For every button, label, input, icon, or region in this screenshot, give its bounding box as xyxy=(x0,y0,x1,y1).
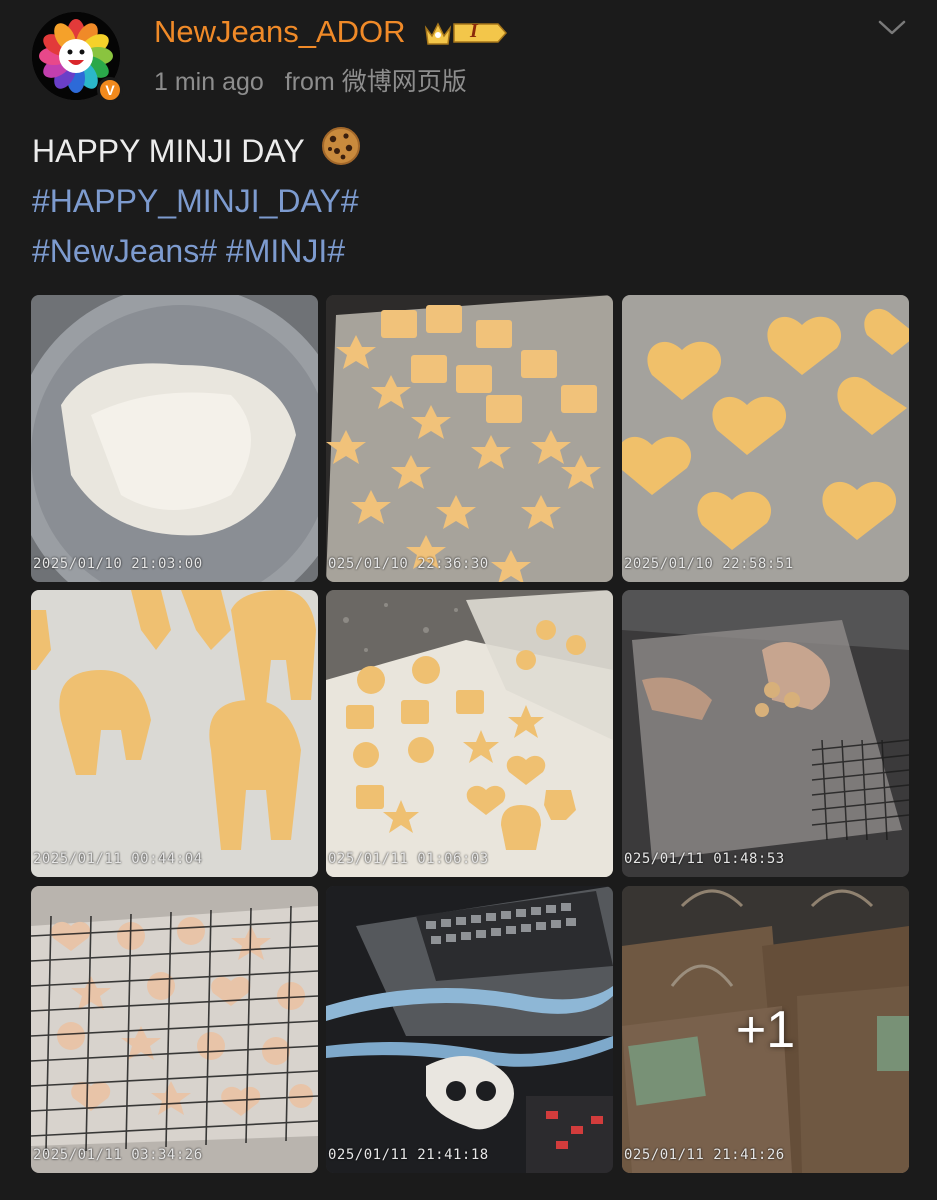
source-client[interactable]: 微博网页版 xyxy=(342,68,467,96)
crown-icon xyxy=(424,22,508,45)
photo-thumbnail[interactable]: +1 025/01/11 21:41:26 xyxy=(622,886,909,1173)
photo-thumbnail[interactable]: 2025/01/11 00:44:04 xyxy=(31,590,318,877)
photo-grid: 2025/01/10 21:03:00 025/01/10 22:36:30 2… xyxy=(31,295,909,1173)
hashtag[interactable]: #MINJI# xyxy=(226,233,345,269)
photo-timestamp: 025/01/11 21:41:18 xyxy=(328,1147,489,1163)
photo-timestamp: 2025/01/11 03:34:26 xyxy=(33,1147,203,1163)
photo-thumbnail[interactable]: 2025/01/10 21:03:00 xyxy=(31,295,318,582)
photo-thumbnail[interactable]: 025/01/11 01:48:53 xyxy=(622,590,909,877)
post-text: HAPPY MINJI DAY #HAPPY_MINJI_DAY# #NewJe… xyxy=(32,126,361,276)
cookie-emoji-icon xyxy=(321,127,360,165)
post-meta: 1 min ago from 微博网页版 xyxy=(154,66,467,98)
timestamp: 1 min ago xyxy=(154,68,264,96)
from-label: from xyxy=(284,68,335,96)
photo-timestamp: 025/01/11 01:06:03 xyxy=(328,851,489,867)
hashtag[interactable]: #NewJeans# xyxy=(32,233,217,269)
photo-thumbnail[interactable]: 025/01/11 21:41:18 xyxy=(326,886,613,1173)
photo-timestamp: 025/01/11 01:48:53 xyxy=(624,851,785,867)
chevron-down-icon[interactable] xyxy=(877,18,907,43)
hashtag[interactable]: #HAPPY_MINJI_DAY# xyxy=(32,183,359,219)
photo-timestamp: 025/01/11 21:41:26 xyxy=(624,1147,785,1163)
photo-thumbnail[interactable]: 2025/01/10 22:58:51 xyxy=(622,295,909,582)
photo-timestamp: 2025/01/11 00:44:04 xyxy=(33,851,203,867)
photo-thumbnail[interactable]: 025/01/10 22:36:30 xyxy=(326,295,613,582)
post-title: HAPPY MINJI DAY xyxy=(32,133,305,169)
verified-badge: V xyxy=(97,77,123,103)
vip-crown-badge[interactable]: I xyxy=(424,18,508,53)
photo-thumbnail[interactable]: 025/01/11 01:06:03 xyxy=(326,590,613,877)
photo-timestamp: 025/01/10 22:36:30 xyxy=(328,556,489,572)
vip-level: I xyxy=(470,20,478,42)
photo-thumbnail[interactable]: 2025/01/11 03:34:26 xyxy=(31,886,318,1173)
more-photos-overlay[interactable]: +1 xyxy=(622,886,909,1173)
username[interactable]: NewJeans_ADOR xyxy=(154,14,406,50)
photo-timestamp: 2025/01/10 21:03:00 xyxy=(33,556,203,572)
photo-timestamp: 2025/01/10 22:58:51 xyxy=(624,556,794,572)
